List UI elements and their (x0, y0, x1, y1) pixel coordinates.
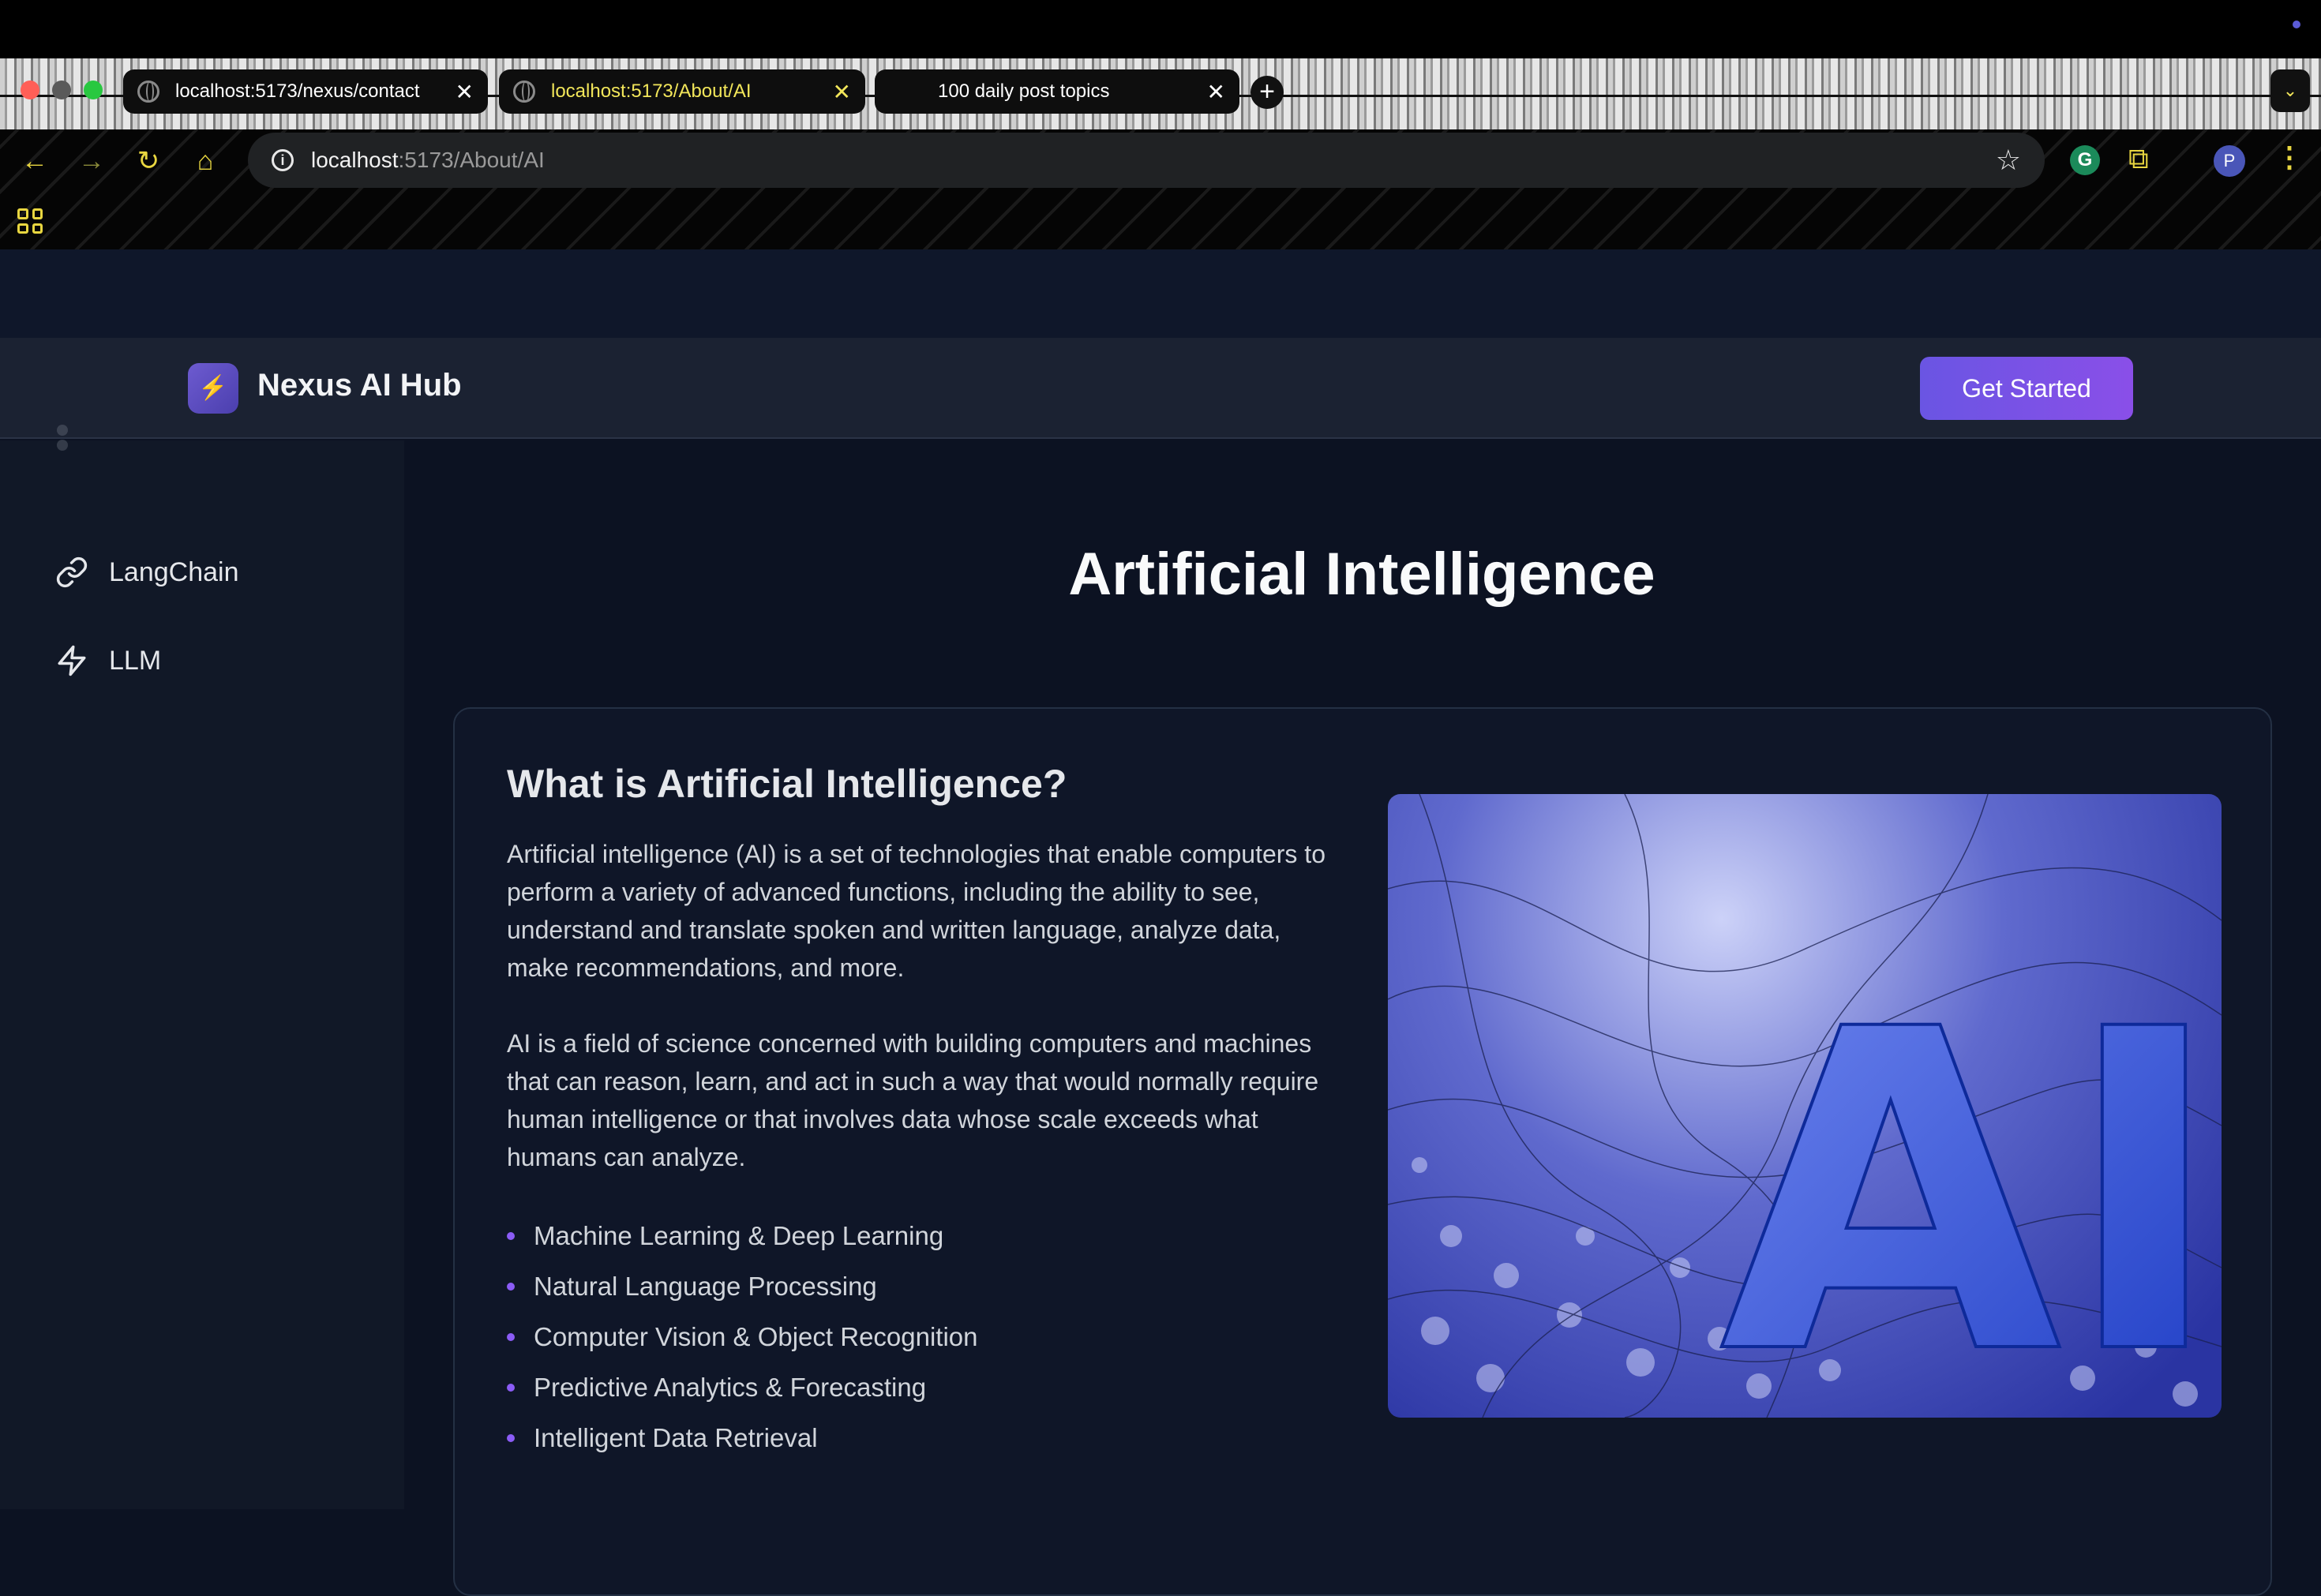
card-paragraph: AI is a field of science concerned with … (507, 1029, 1319, 1171)
list-item: Computer Vision & Object Recognition (507, 1312, 978, 1362)
ai-illustration-graphic: AI (1388, 794, 2222, 1418)
minimize-window-button[interactable] (52, 81, 71, 99)
list-item-label: Computer Vision & Object Recognition (534, 1322, 978, 1351)
grammarly-extension-icon[interactable]: G (2070, 145, 2100, 175)
indicator-dot (2293, 21, 2300, 28)
browser-tab[interactable]: localhost:5173/nexus/contact ✕ (123, 69, 488, 114)
profile-avatar[interactable]: P (2214, 145, 2245, 177)
link-icon (56, 556, 88, 588)
list-item-label: Machine Learning & Deep Learning (534, 1221, 944, 1250)
tab-close-icon[interactable]: ✕ (833, 79, 851, 105)
list-item: Machine Learning & Deep Learning (507, 1211, 978, 1261)
tab-title: 100 daily post topics (938, 81, 1110, 102)
close-window-button[interactable] (21, 81, 39, 99)
maximize-window-button[interactable] (84, 81, 103, 99)
sidebar-item-llm[interactable]: LLM (55, 644, 161, 677)
list-item-label: Predictive Analytics & Forecasting (534, 1373, 927, 1402)
tab-title: localhost:5173/nexus/contact (175, 81, 420, 102)
bullet-dot (507, 1232, 515, 1240)
list-item: Intelligent Data Retrieval (507, 1413, 978, 1463)
card-heading: What is Artificial Intelligence? (507, 762, 1067, 806)
browser-menu-icon[interactable]: ⋮ (2275, 140, 2304, 174)
brand-name[interactable]: Nexus AI Hub (257, 368, 462, 403)
zap-icon (58, 645, 86, 676)
url-host: localhost (311, 148, 399, 172)
page-top-strip (0, 249, 2321, 338)
bullet-dot (507, 1384, 515, 1392)
get-started-button[interactable]: Get Started (1920, 357, 2133, 420)
page-title: Artificial Intelligence (1068, 541, 1655, 608)
star-icon[interactable]: ☆ (1996, 144, 2021, 177)
address-bar[interactable]: i localhost:5173/About/AI ☆ (248, 133, 2045, 188)
sidebar (0, 425, 404, 1509)
list-item: Natural Language Processing (507, 1261, 978, 1312)
info-icon[interactable]: i (272, 149, 294, 171)
list-item-label: Intelligent Data Retrieval (534, 1423, 818, 1452)
bullet-dot (507, 1333, 515, 1341)
tab-title: localhost:5173/About/AI (551, 81, 752, 102)
ai-letters: AI (1719, 937, 2222, 1418)
list-item-label: Natural Language Processing (534, 1272, 877, 1301)
app-header: ⚡ Nexus AI Hub Get Started (0, 338, 2321, 439)
forward-icon[interactable]: → (74, 144, 109, 178)
browser-tab[interactable]: 100 daily post topics ✕ (875, 69, 1239, 114)
sidebar-hidden-item (57, 425, 136, 451)
bullet-dot (507, 1283, 515, 1291)
page-content: ⚡ Nexus AI Hub Get Started LangChain LLM… (0, 249, 2321, 1596)
feature-list: Machine Learning & Deep Learning Natural… (507, 1211, 978, 1463)
window-titlebar (0, 0, 2321, 58)
browser-tab-active[interactable]: localhost:5173/About/AI ✕ (499, 69, 865, 114)
info-card: What is Artificial Intelligence? Artific… (453, 707, 2272, 1596)
home-icon[interactable]: ⌂ (188, 144, 223, 178)
sidebar-item-label: LLM (109, 645, 162, 676)
tab-close-icon[interactable]: ✕ (456, 79, 474, 105)
tab-search-chevron-icon[interactable]: ⌄ (2270, 69, 2310, 112)
new-tab-button[interactable]: + (1250, 76, 1284, 109)
back-icon[interactable]: ← (17, 144, 52, 178)
reload-icon[interactable]: ↻ (131, 144, 166, 178)
ai-illustration-image: AI (1388, 794, 2222, 1418)
apps-grid-icon[interactable] (17, 208, 43, 234)
globe-icon (513, 81, 535, 103)
card-paragraph: Artificial intelligence (AI) is a set of… (507, 840, 1325, 982)
list-item: Predictive Analytics & Forecasting (507, 1362, 978, 1413)
tab-close-icon[interactable]: ✕ (1207, 79, 1225, 105)
sidebar-item-langchain[interactable]: LangChain (55, 556, 238, 589)
lightning-logo-icon[interactable]: ⚡ (188, 363, 238, 414)
url-path: :5173/About/AI (398, 148, 545, 172)
puzzle-icon[interactable]: ⧉ (2128, 142, 2149, 176)
globe-icon (137, 81, 159, 103)
sidebar-item-label: LangChain (109, 556, 239, 587)
bullet-dot (507, 1434, 515, 1442)
